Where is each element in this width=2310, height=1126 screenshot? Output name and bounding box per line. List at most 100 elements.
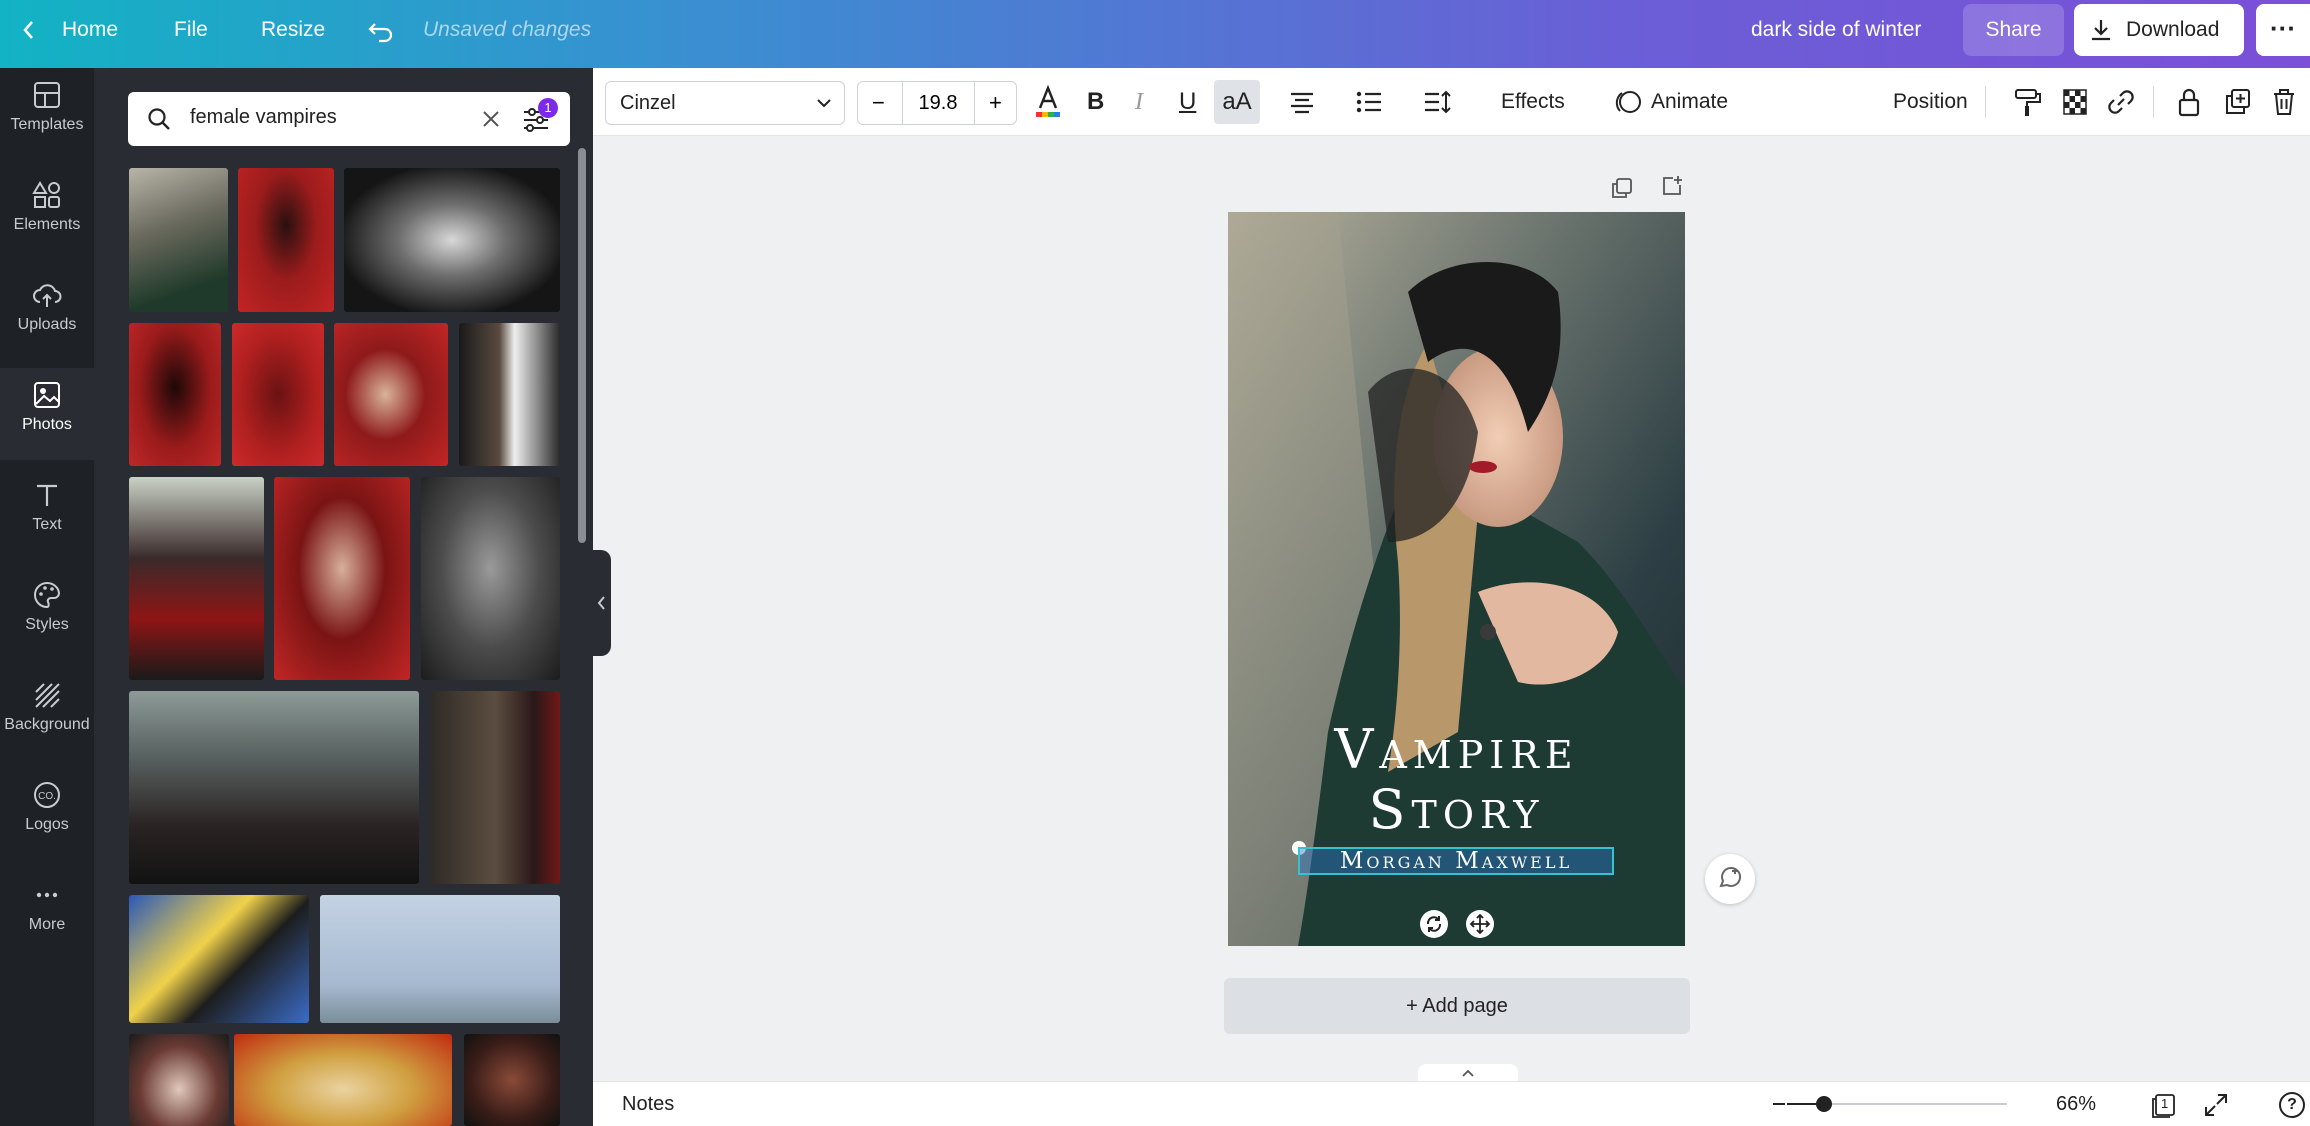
- copy-style-button[interactable]: [2013, 80, 2043, 124]
- more-options-icon[interactable]: ···: [2256, 4, 2310, 56]
- rotate-icon[interactable]: [1420, 910, 1448, 938]
- position-button[interactable]: Position: [1893, 80, 1968, 124]
- photo-result[interactable]: [421, 477, 560, 680]
- transparency-icon: [2063, 89, 2087, 115]
- photo-result[interactable]: [129, 168, 228, 312]
- resize-menu[interactable]: Resize: [261, 0, 325, 60]
- photo-result[interactable]: [238, 168, 334, 312]
- decrease-size-button[interactable]: −: [872, 82, 885, 124]
- filter-button[interactable]: 1: [520, 98, 558, 136]
- photo-result[interactable]: [129, 691, 419, 884]
- rail-label: Background: [4, 716, 90, 733]
- photo-result[interactable]: [334, 323, 448, 466]
- font-size-input[interactable]: 19.8: [902, 82, 974, 124]
- duplicate-icon: [2226, 89, 2250, 114]
- uploads-icon: [33, 284, 62, 307]
- rail-background[interactable]: Background: [0, 668, 94, 760]
- zoom-level[interactable]: 66%: [2056, 1082, 2096, 1126]
- trash-icon: [2274, 89, 2294, 115]
- font-family-select[interactable]: Cinzel: [605, 81, 845, 125]
- photo-result[interactable]: [344, 168, 560, 312]
- photo-result[interactable]: [129, 895, 309, 1023]
- filter-count-badge: 1: [538, 98, 558, 118]
- list-button[interactable]: [1355, 80, 1383, 124]
- photo-result[interactable]: [129, 1034, 229, 1126]
- file-menu[interactable]: File: [174, 0, 208, 60]
- show-pages-button[interactable]: [1418, 1064, 1518, 1082]
- text-color-button[interactable]: [1031, 80, 1065, 124]
- rail-text[interactable]: Text: [0, 468, 94, 560]
- rail-elements[interactable]: Elements: [0, 168, 94, 260]
- photo-result[interactable]: [459, 323, 560, 466]
- svg-text:CO.: CO.: [38, 791, 56, 802]
- undo-icon[interactable]: [367, 0, 395, 60]
- align-center-icon: [1291, 92, 1313, 114]
- zoom-slider-knob[interactable]: [1816, 1096, 1833, 1112]
- animate-icon: [1615, 91, 1641, 114]
- rail-label: Uploads: [17, 316, 77, 333]
- add-comment-button[interactable]: [1705, 854, 1755, 904]
- bold-button[interactable]: B: [1087, 80, 1104, 124]
- delete-button[interactable]: [2271, 80, 2297, 124]
- duplicate-button[interactable]: [2224, 80, 2252, 124]
- search-input[interactable]: female vampires: [190, 106, 337, 129]
- panel-scrollbar[interactable]: [578, 148, 586, 543]
- italic-button[interactable]: I: [1135, 80, 1143, 124]
- link-button[interactable]: [2106, 80, 2136, 124]
- templates-icon: [34, 82, 60, 108]
- document-title[interactable]: dark side of winter: [1751, 0, 1921, 60]
- share-button[interactable]: Share: [1963, 4, 2064, 56]
- title-line-1[interactable]: Vampire: [1228, 718, 1685, 781]
- transparency-button[interactable]: [2060, 80, 2090, 124]
- help-button[interactable]: ?: [2279, 1092, 2305, 1118]
- clear-search-icon[interactable]: [481, 109, 501, 129]
- chevron-down-icon: [817, 99, 831, 108]
- rail-photos[interactable]: Photos: [0, 368, 94, 460]
- zoom-out-icon[interactable]: [1773, 1103, 1785, 1105]
- spacing-button[interactable]: [1423, 80, 1453, 124]
- photo-result[interactable]: [320, 895, 560, 1023]
- add-page-button[interactable]: + Add page: [1224, 978, 1690, 1034]
- lock-button[interactable]: [2176, 80, 2202, 124]
- effects-button[interactable]: Effects: [1501, 80, 1565, 124]
- font-size-stepper[interactable]: − 19.8 +: [857, 81, 1017, 125]
- chevron-left-icon: [597, 596, 605, 610]
- page-count-button[interactable]: 1: [2151, 1092, 2177, 1118]
- top-bar: Home File Resize Unsaved changes dark si…: [0, 0, 2310, 68]
- collapse-panel-button[interactable]: [593, 550, 611, 656]
- letter-case-button[interactable]: aA: [1214, 80, 1260, 124]
- zoom-slider[interactable]: [1787, 1096, 2007, 1112]
- rail-uploads[interactable]: Uploads: [0, 268, 94, 360]
- title-line-2[interactable]: Story: [1228, 778, 1685, 841]
- rail-styles[interactable]: Styles: [0, 568, 94, 660]
- animate-button[interactable]: Animate: [1613, 80, 1728, 124]
- photo-result[interactable]: [129, 477, 264, 680]
- styles-icon: [34, 581, 61, 609]
- photo-result[interactable]: [232, 323, 324, 466]
- notes-button[interactable]: Notes: [622, 1082, 674, 1126]
- photo-result[interactable]: [129, 323, 221, 466]
- home-link[interactable]: Home: [62, 0, 118, 60]
- underline-button[interactable]: U: [1179, 80, 1196, 124]
- rail-templates[interactable]: Templates: [0, 68, 94, 160]
- download-label: Download: [2126, 18, 2220, 41]
- move-icon[interactable]: [1466, 910, 1494, 938]
- download-button[interactable]: Download: [2074, 4, 2244, 56]
- search-box[interactable]: female vampires 1: [128, 92, 570, 146]
- photos-panel: female vampires 1: [94, 68, 593, 1126]
- author-text[interactable]: Morgan Maxwell: [1298, 847, 1614, 875]
- photo-result[interactable]: [234, 1034, 452, 1126]
- rail-more[interactable]: More: [0, 868, 94, 960]
- rail-logos[interactable]: CO. Logos: [0, 768, 94, 860]
- back-chevron-icon[interactable]: [22, 0, 36, 60]
- photo-result[interactable]: [430, 691, 560, 884]
- add-page-icon[interactable]: [1660, 174, 1684, 203]
- photo-result[interactable]: [274, 477, 410, 680]
- fullscreen-icon[interactable]: [2203, 1092, 2229, 1123]
- duplicate-page-icon[interactable]: [1610, 176, 1634, 205]
- font-family-value: Cinzel: [620, 92, 676, 114]
- align-center-button[interactable]: [1288, 80, 1316, 124]
- increase-size-button[interactable]: +: [989, 82, 1002, 124]
- design-page[interactable]: Vampire Story Morgan Maxwell: [1228, 212, 1685, 946]
- photo-result[interactable]: [464, 1034, 560, 1126]
